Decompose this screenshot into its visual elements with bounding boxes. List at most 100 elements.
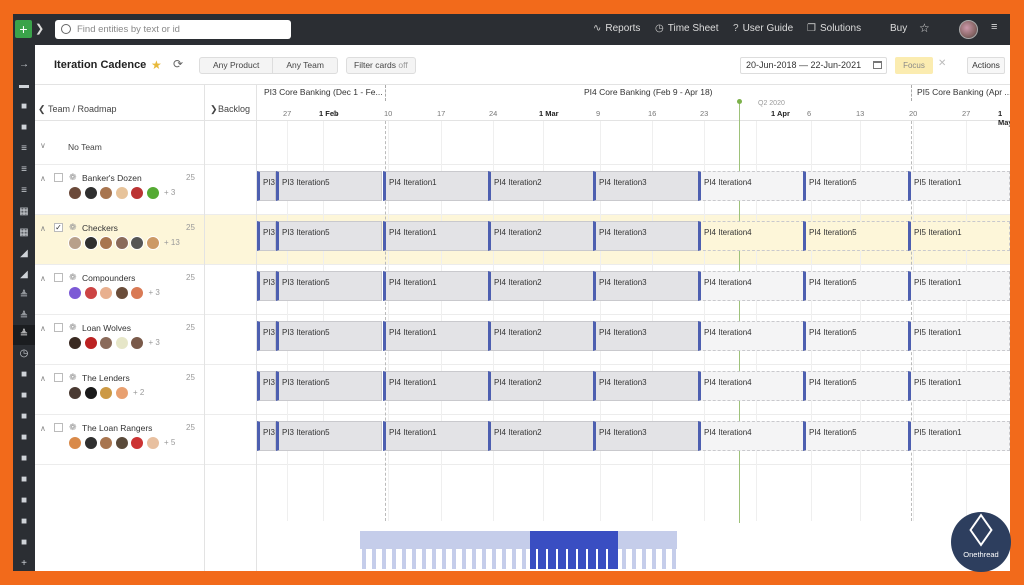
avatar[interactable] bbox=[68, 336, 82, 350]
avatar[interactable] bbox=[68, 436, 82, 450]
avatar[interactable] bbox=[145, 436, 160, 450]
star-icon[interactable]: ★ bbox=[151, 58, 162, 72]
timeline-icon[interactable]: ≜ bbox=[17, 290, 31, 302]
more-members[interactable]: + 3 bbox=[149, 288, 160, 297]
more-members[interactable]: + 3 bbox=[164, 188, 175, 197]
folder-icon[interactable]: ■ bbox=[17, 369, 31, 381]
iteration-card[interactable]: PI4 Iteration4 bbox=[698, 171, 804, 201]
iteration-card[interactable]: PI5 Iteration1 bbox=[908, 371, 1010, 401]
avatar[interactable] bbox=[130, 236, 144, 250]
avatar[interactable] bbox=[145, 236, 160, 250]
team-item[interactable]: ∧ ❁ The Loan Rangers 25 + 5 bbox=[35, 415, 205, 465]
iteration-card[interactable]: PI4 Iteration4 bbox=[698, 421, 804, 451]
chevron-up-icon[interactable]: ∧ bbox=[40, 224, 46, 233]
folder-icon[interactable]: ■ bbox=[17, 101, 31, 113]
iteration-card[interactable]: PI4 Iteration1 bbox=[383, 321, 489, 351]
avatar[interactable] bbox=[114, 386, 129, 400]
more-members[interactable]: + 2 bbox=[133, 388, 144, 397]
iteration-card[interactable]: PI3 Iteration5 bbox=[276, 421, 382, 451]
avatar[interactable] bbox=[68, 386, 82, 400]
folder-icon[interactable]: ■ bbox=[17, 390, 31, 402]
avatar[interactable] bbox=[83, 186, 98, 200]
folder-icon[interactable]: ■ bbox=[17, 453, 31, 465]
iteration-card[interactable]: PI3 bbox=[257, 421, 276, 451]
team-checkbox[interactable] bbox=[54, 323, 63, 332]
iteration-card[interactable]: PI4 Iteration1 bbox=[383, 421, 489, 451]
minimap-window[interactable] bbox=[530, 531, 618, 569]
chevron-up-icon[interactable]: ∧ bbox=[40, 174, 46, 183]
iteration-card[interactable]: PI3 Iteration5 bbox=[276, 171, 382, 201]
avatar[interactable] bbox=[99, 186, 113, 200]
avatar[interactable] bbox=[114, 286, 129, 300]
nav-time-sheet[interactable]: ◷ Time Sheet bbox=[655, 23, 719, 34]
folder-icon[interactable]: ■ bbox=[17, 411, 31, 423]
avatar[interactable] bbox=[130, 286, 144, 300]
avatar[interactable] bbox=[130, 186, 144, 200]
add-button[interactable]: + bbox=[15, 20, 32, 38]
iteration-card[interactable]: PI4 Iteration1 bbox=[383, 221, 489, 251]
iteration-card[interactable]: PI3 Iteration5 bbox=[276, 321, 382, 351]
more-members[interactable]: + 5 bbox=[164, 438, 175, 447]
focus-button[interactable]: Focus bbox=[895, 57, 933, 74]
user-avatar[interactable] bbox=[959, 20, 978, 39]
avatar[interactable] bbox=[99, 386, 113, 400]
iteration-card[interactable]: PI3 bbox=[257, 321, 276, 351]
iteration-card[interactable]: PI4 Iteration1 bbox=[383, 171, 489, 201]
clock-icon[interactable]: ◷ bbox=[17, 348, 31, 360]
arrow-right-icon[interactable]: → bbox=[17, 59, 31, 71]
chevron-up-icon[interactable]: ∧ bbox=[40, 274, 46, 283]
iteration-card[interactable]: PI4 Iteration5 bbox=[803, 171, 909, 201]
iteration-card[interactable]: PI4 Iteration5 bbox=[803, 221, 909, 251]
list-icon[interactable]: ≡ bbox=[17, 164, 31, 176]
iteration-card[interactable]: PI4 Iteration5 bbox=[803, 271, 909, 301]
chart-icon[interactable]: ◢ bbox=[17, 248, 31, 260]
iteration-card[interactable]: PI4 Iteration5 bbox=[803, 421, 909, 451]
avatar[interactable] bbox=[99, 236, 113, 250]
avatar[interactable] bbox=[114, 336, 129, 350]
buy-link[interactable]: Buy bbox=[890, 23, 907, 34]
iteration-card[interactable]: PI3 Iteration5 bbox=[276, 221, 382, 251]
team-checkbox[interactable]: ✓ bbox=[54, 223, 63, 232]
iteration-card[interactable]: PI5 Iteration1 bbox=[908, 271, 1010, 301]
avatar[interactable] bbox=[99, 286, 113, 300]
avatar[interactable] bbox=[114, 236, 129, 250]
iteration-cadence-icon[interactable]: ≜ bbox=[17, 329, 31, 341]
avatar[interactable] bbox=[130, 436, 144, 450]
grid-icon[interactable]: ▦ bbox=[17, 227, 31, 239]
iteration-card[interactable]: PI4 Iteration4 bbox=[698, 321, 804, 351]
chevron-down-icon[interactable]: ∨ bbox=[40, 141, 46, 150]
nav-reports[interactable]: ∿ Reports bbox=[593, 23, 640, 34]
team-item[interactable]: ∧ ❁ Loan Wolves 25 + 3 bbox=[35, 315, 205, 365]
folder-icon[interactable]: ■ bbox=[17, 516, 31, 528]
filter-cards-button[interactable]: Filter cards off bbox=[346, 57, 416, 74]
avatar[interactable] bbox=[99, 436, 113, 450]
iteration-card[interactable]: PI3 Iteration5 bbox=[276, 371, 382, 401]
iteration-card[interactable]: PI4 Iteration2 bbox=[488, 271, 594, 301]
iteration-card[interactable]: PI4 Iteration5 bbox=[803, 321, 909, 351]
avatar[interactable] bbox=[114, 186, 129, 200]
folder-icon[interactable]: ■ bbox=[17, 474, 31, 486]
team-checkbox[interactable] bbox=[54, 373, 63, 382]
avatar[interactable] bbox=[68, 236, 82, 250]
folder-icon[interactable]: ■ bbox=[17, 122, 31, 134]
folder-icon[interactable]: ■ bbox=[17, 432, 31, 444]
chart-icon[interactable]: ◢ bbox=[17, 269, 31, 281]
iteration-card[interactable]: PI4 Iteration2 bbox=[488, 421, 594, 451]
iteration-card[interactable]: PI5 Iteration1 bbox=[908, 221, 1010, 251]
chevron-up-icon[interactable]: ∧ bbox=[40, 424, 46, 433]
refresh-icon[interactable]: ⟳ bbox=[173, 57, 183, 71]
avatar[interactable] bbox=[130, 336, 144, 350]
iteration-card[interactable]: PI4 Iteration1 bbox=[383, 271, 489, 301]
iteration-card[interactable]: PI4 Iteration3 bbox=[593, 421, 699, 451]
iteration-card[interactable]: PI4 Iteration5 bbox=[803, 371, 909, 401]
iteration-card[interactable]: PI5 Iteration1 bbox=[908, 171, 1010, 201]
chevron-up-icon[interactable]: ∧ bbox=[40, 374, 46, 383]
date-range-picker[interactable]: 20-Jun-2018 — 22-Jun-2021 bbox=[740, 57, 887, 74]
iteration-card[interactable]: PI3 bbox=[257, 371, 276, 401]
nav-solutions[interactable]: ❐ Solutions bbox=[807, 23, 861, 34]
iteration-card[interactable]: PI4 Iteration4 bbox=[698, 221, 804, 251]
nav-user-guide[interactable]: ? User Guide bbox=[733, 23, 793, 34]
actions-button[interactable]: Actions bbox=[967, 57, 1005, 74]
iteration-card[interactable]: PI3 bbox=[257, 271, 276, 301]
iteration-card[interactable]: PI4 Iteration4 bbox=[698, 271, 804, 301]
